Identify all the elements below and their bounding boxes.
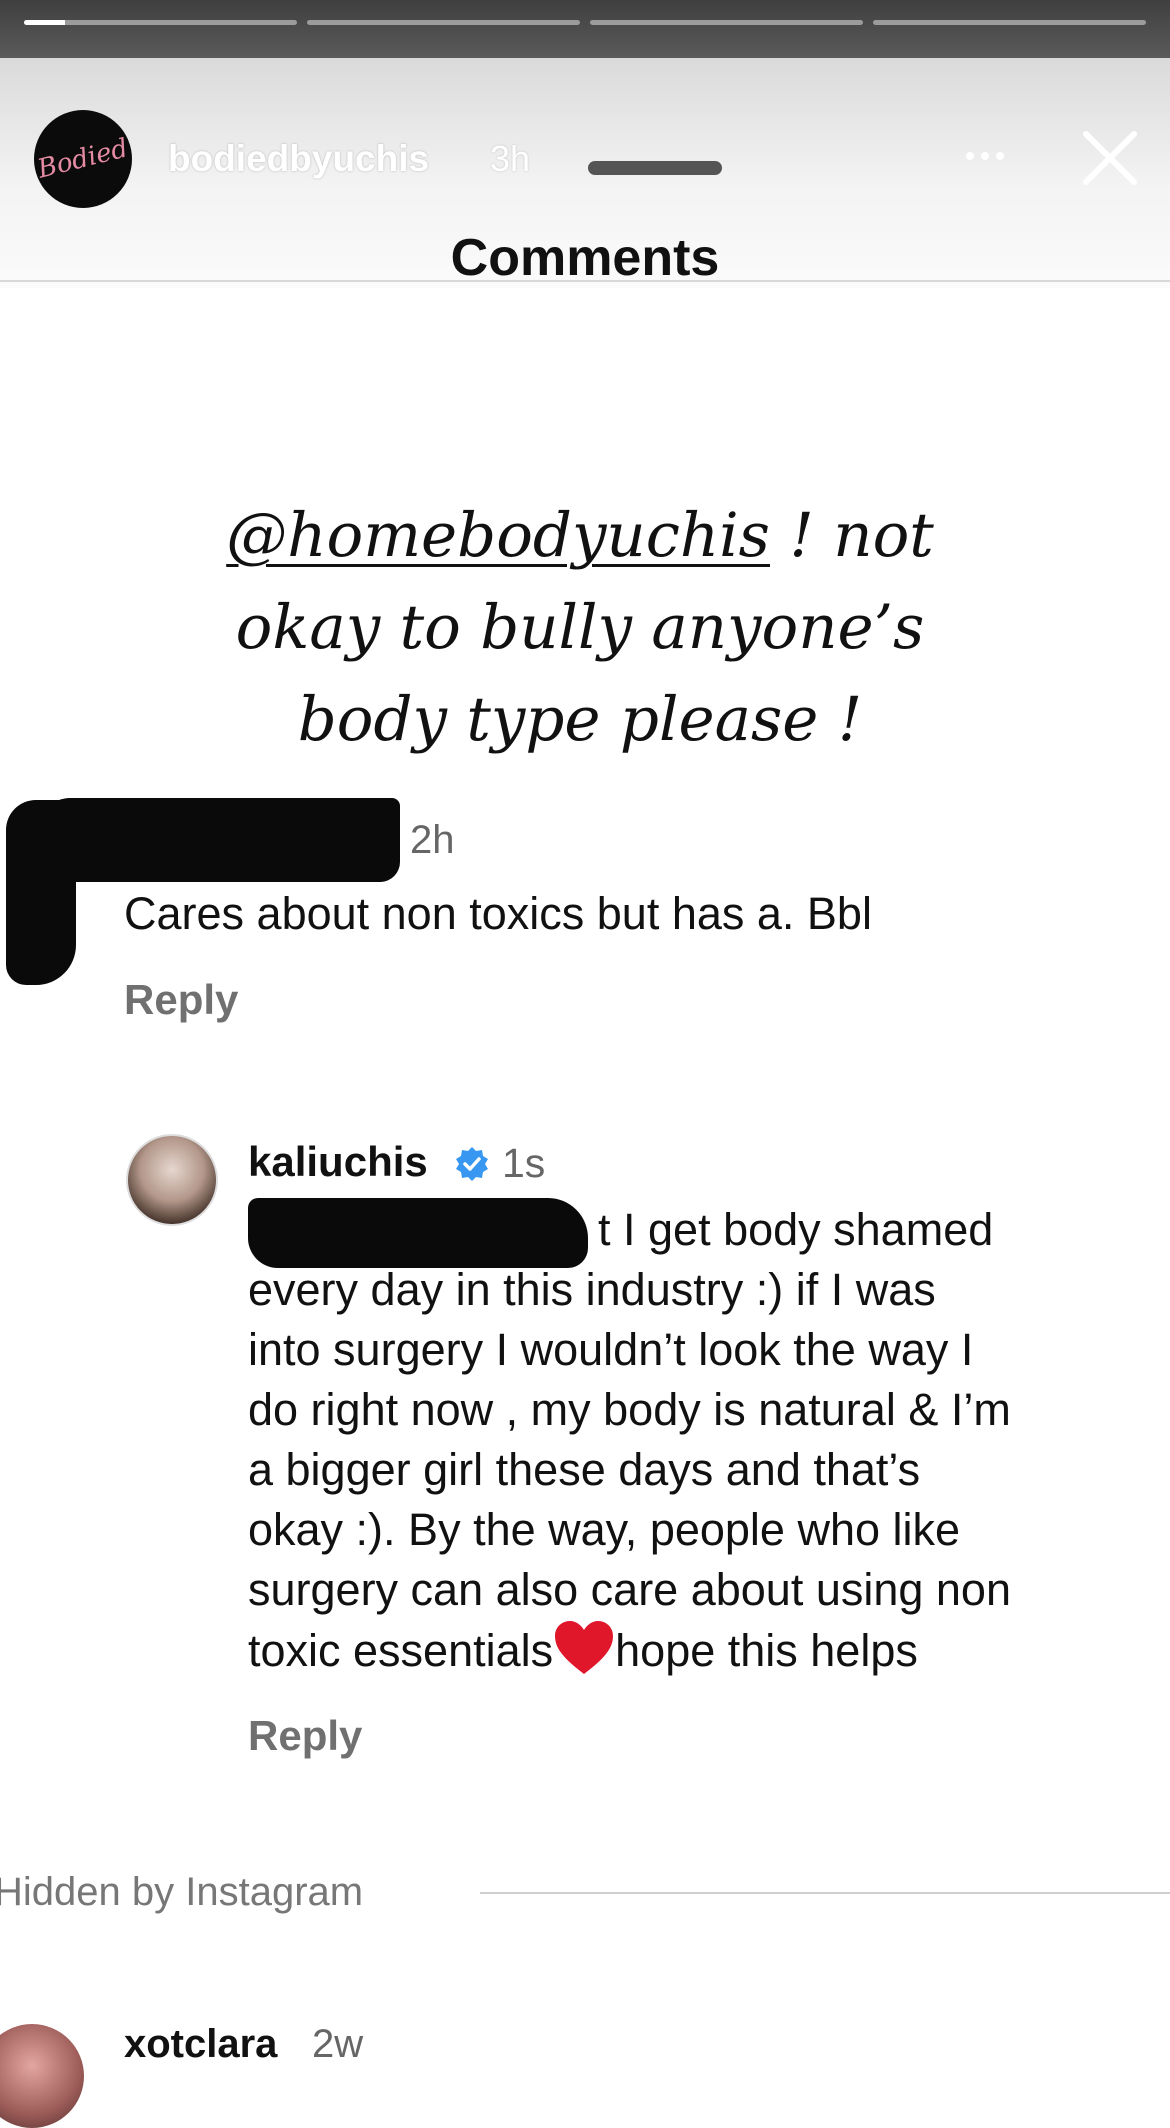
overlay-line2: okay to bully anyone’s: [235, 592, 925, 663]
reply-button[interactable]: Reply: [124, 976, 238, 1024]
red-heart-icon: [555, 1621, 614, 1674]
story-time: 3h: [490, 138, 531, 179]
hidden-comments-label[interactable]: Hidden by Instagram: [0, 1870, 363, 1915]
story-progress-bar: [0, 0, 1170, 58]
comment-text: t I get body shamed every day in this in…: [248, 1200, 1170, 1681]
progress-segment: [24, 20, 297, 25]
comment-line-last: toxic essentials hope this helps: [248, 1620, 1170, 1681]
sheet-divider: [0, 280, 1170, 282]
progress-segment: [307, 20, 580, 25]
reply-button[interactable]: Reply: [248, 1712, 362, 1760]
progress-fill: [24, 20, 65, 25]
overlay-line3: body type please !: [297, 684, 863, 755]
comment-line: okay :). By the way, people who like: [248, 1504, 961, 1555]
avatar-logo-text: Bodied: [34, 133, 132, 185]
progress-segment: [873, 20, 1146, 25]
comment-time: 2w: [312, 2022, 364, 2066]
close-icon[interactable]: [1078, 126, 1142, 190]
story-username[interactable]: bodiedbyuchis: [168, 138, 429, 180]
redaction-username: [40, 798, 400, 882]
comment-line: surgery can also care about using non: [248, 1564, 1011, 1615]
comment-username[interactable]: kaliuchis: [248, 1138, 428, 1186]
comment-line: a bigger girl these days and that’s: [248, 1444, 921, 1495]
verified-badge-icon: [456, 1147, 488, 1181]
comment-time: 1s: [502, 1140, 546, 1186]
comment-time: 2h: [410, 818, 455, 862]
comment-text: Cares about non toxics but has a. Bbl: [124, 888, 872, 939]
hidden-divider: [480, 1892, 1170, 1894]
avatar[interactable]: [126, 1134, 218, 1226]
comments-sheet-title: Comments: [450, 229, 720, 287]
comment-username[interactable]: xotclara: [124, 2022, 277, 2067]
progress-segment: [590, 20, 863, 25]
more-options-icon[interactable]: [966, 136, 1016, 176]
overlay-line1: ! not: [769, 500, 934, 571]
overlay-mention[interactable]: @homebodyuchis: [226, 500, 770, 571]
redaction-mention: [248, 1198, 588, 1268]
comment-line-part: hope this helps: [615, 1625, 918, 1676]
story-avatar[interactable]: Bodied: [34, 110, 132, 208]
comment-line: do right now , my body is natural & I’m: [248, 1384, 1011, 1435]
sheet-grabber-handle[interactable]: [588, 161, 722, 175]
comment-line: into surgery I wouldn’t look the way I: [248, 1324, 974, 1375]
avatar[interactable]: [0, 2024, 84, 2128]
story-text-overlay: @homebodyuchis ! not okay to bully anyon…: [190, 490, 970, 766]
comment-line: every day in this industry :) if I was: [248, 1264, 936, 1315]
story-header: Bodied bodiedbyuchis 3h Comments: [0, 58, 1170, 288]
comment-line-part: toxic essentials: [248, 1625, 554, 1676]
